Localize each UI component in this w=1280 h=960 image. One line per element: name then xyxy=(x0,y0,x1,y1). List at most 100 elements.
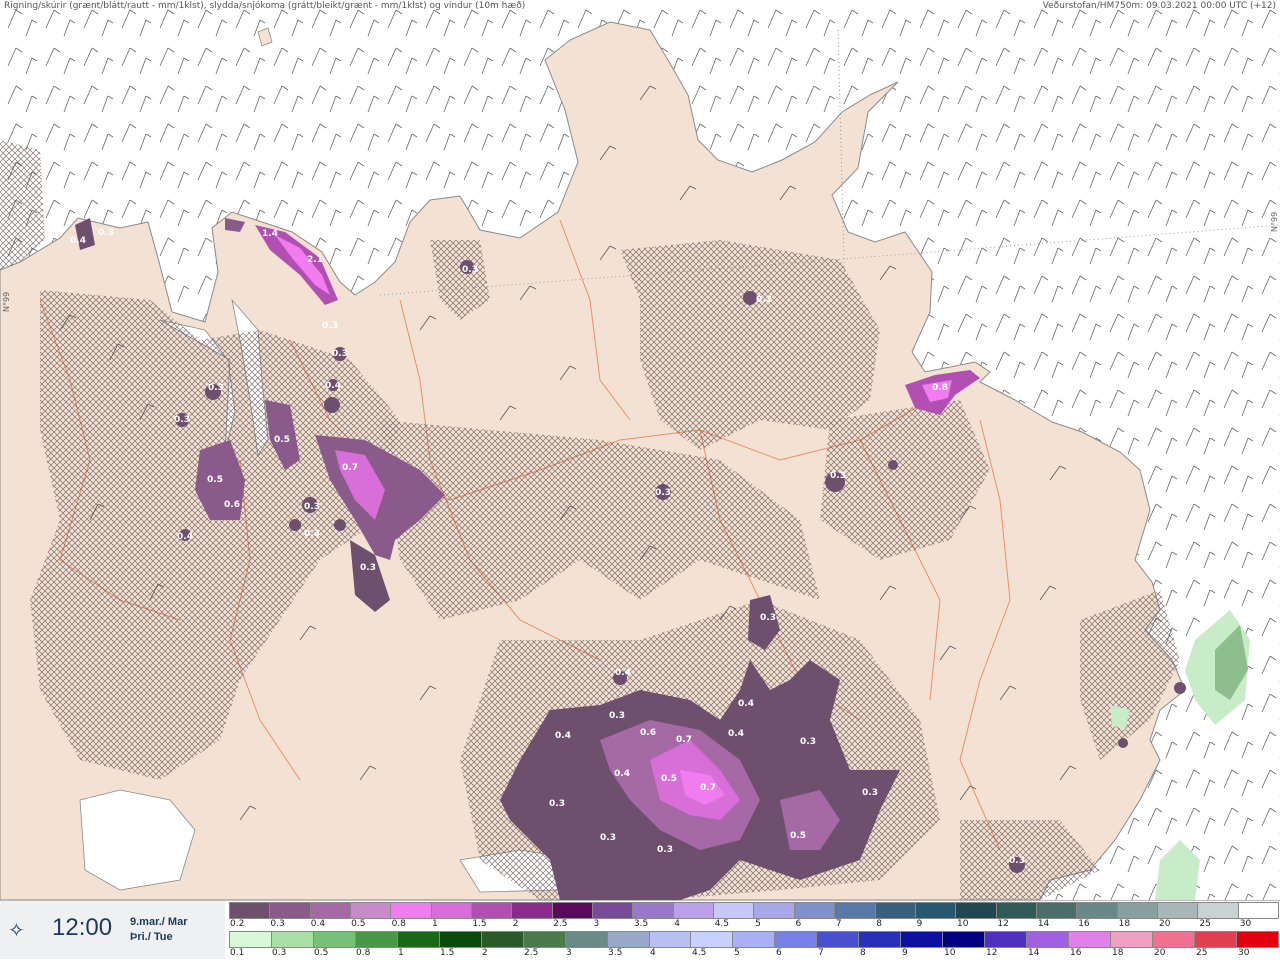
scale_snow-swatch xyxy=(1157,903,1199,918)
precip-value-label: 0.4 xyxy=(70,236,86,246)
snow-scale: 0.2 0.3 0.4 0.5 0.8 1 1.5 2 2.5 3 3.5 4 4.5 5 6 7 8 9 10 12… xyxy=(229,902,1279,930)
precip-value-label: 0.4 xyxy=(325,381,341,391)
scale_snow-swatch xyxy=(593,903,634,918)
scale_rain-tick: 1 xyxy=(398,948,404,958)
precip-value-label: 0.4 xyxy=(614,769,630,779)
scale_rain-tick: 0.5 xyxy=(314,948,329,958)
precip-value-label: 0.5 xyxy=(207,475,223,485)
precip-value-label: 0.5 xyxy=(661,774,677,784)
scale_snow-tick: 30 xyxy=(1239,919,1252,929)
scale_snow-tick: 2 xyxy=(512,919,519,929)
precip-value-label: 0.4 xyxy=(728,729,744,739)
scale_rain-swatch xyxy=(271,932,314,947)
scale_rain-tick: 14 xyxy=(1028,948,1040,958)
precip-value-label: 0.3 xyxy=(174,415,190,425)
scale_snow-swatch xyxy=(1036,903,1078,918)
scale_rain-tick: 0.3 xyxy=(272,948,287,958)
precip-value-label: 0.3 xyxy=(657,845,673,855)
precip-value-label: 0.3 xyxy=(655,488,671,498)
scale_snow-swatch xyxy=(673,903,715,918)
scale_rain-swatch xyxy=(397,932,440,947)
scale_snow-swatch xyxy=(875,903,916,918)
scale_snow-swatch xyxy=(996,903,1037,918)
precip-value-label: 0.7 xyxy=(342,463,358,473)
scale_rain-swatch xyxy=(985,932,1028,947)
precip-value-label: 0.3 xyxy=(800,737,816,747)
scale_rain-tick: 3 xyxy=(566,948,572,958)
scale_snow-tick: 0.5 xyxy=(351,919,366,929)
scale_rain-swatch xyxy=(1236,932,1278,947)
scale_rain-swatch xyxy=(607,932,650,947)
map-description: Rigning/skúrir (grænt/blátt/rautt - mm/1… xyxy=(4,1,526,11)
scale_snow-swatch xyxy=(754,903,795,918)
scale_rain-swatch xyxy=(1069,932,1112,947)
scale_snow-tick: 4 xyxy=(674,919,681,929)
scale_rain-swatch xyxy=(355,932,398,947)
scale_rain-tick: 0.1 xyxy=(230,948,245,958)
scale_snow-swatch xyxy=(915,903,957,918)
scale_snow-swatch xyxy=(1198,903,1239,918)
scale_rain-swatch xyxy=(313,932,356,947)
scale_rain-swatch xyxy=(775,932,818,947)
precip-value-label: 0.8 xyxy=(932,383,948,393)
scale_snow-swatch xyxy=(1238,903,1278,918)
scale_rain-swatch xyxy=(1152,932,1195,947)
scale_snow-tick: 0.2 xyxy=(230,919,245,929)
scale_snow-tick: 1 xyxy=(431,919,438,929)
scale_rain-tick: 9 xyxy=(902,948,908,958)
scale_rain-swatch xyxy=(649,932,692,947)
scale_snow-swatch xyxy=(391,903,432,918)
scale_rain-swatch xyxy=(691,932,734,947)
scale_snow-tick: 0.3 xyxy=(270,919,285,929)
scale_rain-tick: 5 xyxy=(734,948,740,958)
scale_snow-swatch xyxy=(794,903,836,918)
precip-value-label: 0.3 xyxy=(862,788,878,798)
rain-scale: 0.1 0.3 0.5 0.8 1 1.5 2 2.5 3 3.5 4 4.5 5 6 7 8 9 10 12 14 1… xyxy=(229,931,1279,959)
precip-value-label: 0.3 xyxy=(322,321,338,331)
forecast-map[interactable]: 0.4 0.3 1.4 2.1 0.3 0.3 0.4 0.3 0.3 0.5 0.7 0.5 0.6 0… xyxy=(0,0,1280,900)
scale_snow-tick: 6 xyxy=(795,919,802,929)
scale_snow-tick: 4.5 xyxy=(714,919,730,929)
scale_rain-tick: 2.5 xyxy=(524,948,539,958)
forecast-time: 12:00 xyxy=(52,914,113,941)
scale_rain-swatch xyxy=(901,932,944,947)
scale_snow-tick: 18 xyxy=(1118,919,1131,929)
scale_rain-swatch xyxy=(1027,932,1070,947)
legend-bar: ✧ 12:00 9.mar./ Mar Þri./ Tue 0.2 0.3 0.4 0… xyxy=(0,900,1280,959)
scale_snow-tick: 2.5 xyxy=(553,919,568,929)
scale_snow-swatch xyxy=(351,903,392,918)
precip-value-label: 0.6 xyxy=(224,500,240,510)
scale_rain-tick: 7 xyxy=(818,948,824,958)
scale_snow-tick: 20 xyxy=(1158,919,1171,929)
scale_snow-tick: 12 xyxy=(997,919,1009,929)
precip-value-label: 0.4 xyxy=(555,731,571,741)
scale_snow-tick: 0.4 xyxy=(310,919,326,929)
precip-value-label: 1.4 xyxy=(262,229,278,239)
scale_rain-swatch xyxy=(1111,932,1153,947)
scale_rain-swatch xyxy=(733,932,776,947)
scale_rain-tick: 20 xyxy=(1154,948,1166,958)
scale_snow-swatch xyxy=(230,903,271,918)
scale_rain-swatch xyxy=(230,932,272,947)
scale_rain-tick: 0.8 xyxy=(356,948,371,958)
scale_snow-tick: 9 xyxy=(916,919,923,929)
latitude-label-left: N°99 xyxy=(2,291,11,312)
precip-value-label: 0.3 xyxy=(609,711,625,721)
scale_snow-tick: 16 xyxy=(1078,919,1090,929)
scale_rain-tick: 18 xyxy=(1112,948,1124,958)
scale_rain-tick: 8 xyxy=(860,948,866,958)
scale_rain-tick: 6 xyxy=(776,948,782,958)
scale_snow-swatch xyxy=(270,903,311,918)
scale_rain-swatch xyxy=(859,932,902,947)
scale_snow-swatch xyxy=(835,903,876,918)
precip-value-label: 0.3 xyxy=(830,471,846,481)
latitude-label-right: N°99 xyxy=(1270,211,1279,232)
time-panel[interactable]: ✧ 12:00 9.mar./ Mar Þri./ Tue xyxy=(0,901,225,959)
scale_snow-tick: 5 xyxy=(755,919,761,929)
precip-value-label: 0.4 xyxy=(738,699,754,709)
scale_snow-swatch xyxy=(633,903,674,918)
scale_rain-tick: 1.5 xyxy=(440,948,455,958)
precip-value-label: 0.3 xyxy=(600,833,616,843)
scale_snow-swatch xyxy=(956,903,997,918)
scale_snow-swatch xyxy=(552,903,594,918)
